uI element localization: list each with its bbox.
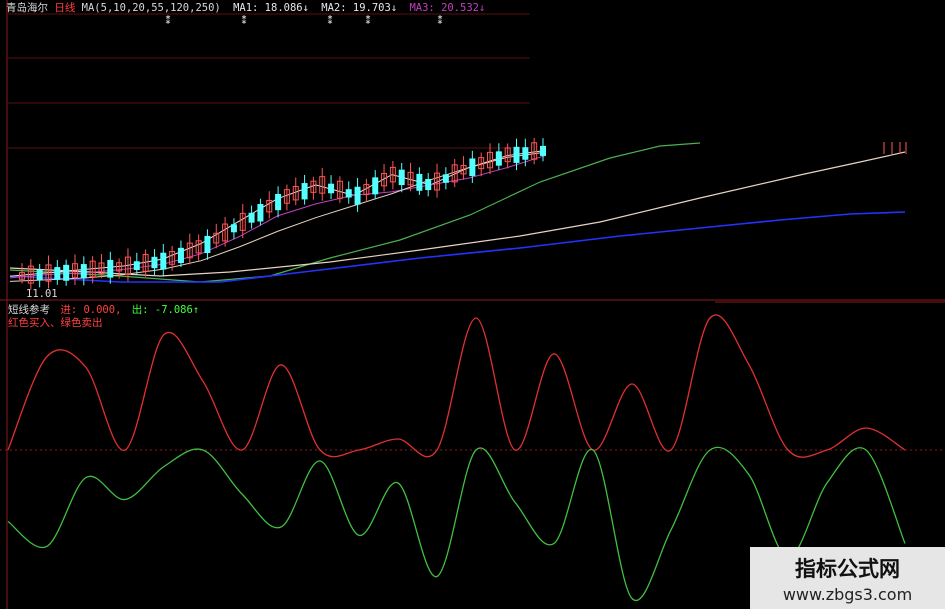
candle-body bbox=[204, 235, 211, 254]
candle-body bbox=[177, 247, 184, 264]
candle-body bbox=[425, 178, 432, 191]
candle-body bbox=[257, 204, 264, 222]
candle-body bbox=[301, 183, 308, 200]
candle-body bbox=[345, 189, 352, 198]
candle-body bbox=[372, 177, 379, 195]
candle-body bbox=[36, 269, 43, 281]
watermark-title: 指标公式网 bbox=[795, 557, 900, 581]
arrow-up-icon: ↑ bbox=[192, 304, 200, 316]
signal-marker-icon: ⁑ bbox=[242, 14, 247, 27]
ma-green-line bbox=[9, 142, 701, 283]
candle-body bbox=[275, 193, 282, 211]
candle-body bbox=[522, 147, 529, 160]
candle-body bbox=[54, 267, 61, 280]
date-label: 11.01 bbox=[26, 288, 58, 300]
watermark-url: www.zbgs3.com bbox=[782, 585, 913, 604]
arrow-down-icon: ↓ bbox=[390, 2, 398, 14]
ma3-value: MA3: 20.532 bbox=[409, 2, 480, 14]
candle-body bbox=[495, 151, 502, 166]
watermark: 指标公式网 www.zbgs3.com bbox=[750, 547, 945, 609]
candle-body bbox=[513, 146, 520, 163]
candle-body bbox=[416, 173, 423, 191]
signal-marker-icon: ⁑ bbox=[166, 14, 171, 27]
candle-body bbox=[230, 224, 237, 233]
candle-body bbox=[63, 264, 70, 281]
candle-body bbox=[328, 183, 335, 194]
signal-marker-icon: ⁑ bbox=[328, 14, 333, 27]
oscillator-buy-line bbox=[7, 314, 906, 458]
ma1-value: MA1: 18.086 bbox=[233, 2, 303, 14]
chart-header: 青岛海尔 日线 MA(5,10,20,55,120,250) MA1: 18.0… bbox=[6, 0, 485, 15]
candle-body bbox=[442, 174, 449, 183]
candle-body bbox=[151, 256, 158, 269]
arrow-down-icon: ↓ bbox=[479, 2, 486, 14]
candle-body bbox=[398, 169, 405, 186]
stock-name: 青岛海尔 bbox=[6, 2, 48, 14]
candle-body bbox=[540, 145, 546, 156]
candle-body bbox=[80, 264, 87, 279]
candle-body bbox=[160, 252, 167, 270]
ma-params: MA(5,10,20,55,120,250) bbox=[81, 2, 221, 14]
signal-marker-icon: ⁑ bbox=[366, 14, 371, 27]
ma2-value: MA2: 19.703 bbox=[321, 2, 391, 14]
candle-body bbox=[107, 259, 114, 278]
candle-body bbox=[248, 212, 255, 223]
candle-body bbox=[469, 158, 476, 177]
period-label: 日线 bbox=[54, 2, 76, 14]
indicator-legend: 红色买入、绿色卖出 bbox=[8, 317, 103, 329]
candle-body bbox=[354, 186, 361, 205]
indicator-out: 出: -7.086 bbox=[131, 304, 193, 316]
arrow-down-icon: ↓ bbox=[302, 2, 309, 14]
signal-marker-icon: ⁑ bbox=[438, 14, 443, 27]
candle-body bbox=[133, 261, 140, 271]
